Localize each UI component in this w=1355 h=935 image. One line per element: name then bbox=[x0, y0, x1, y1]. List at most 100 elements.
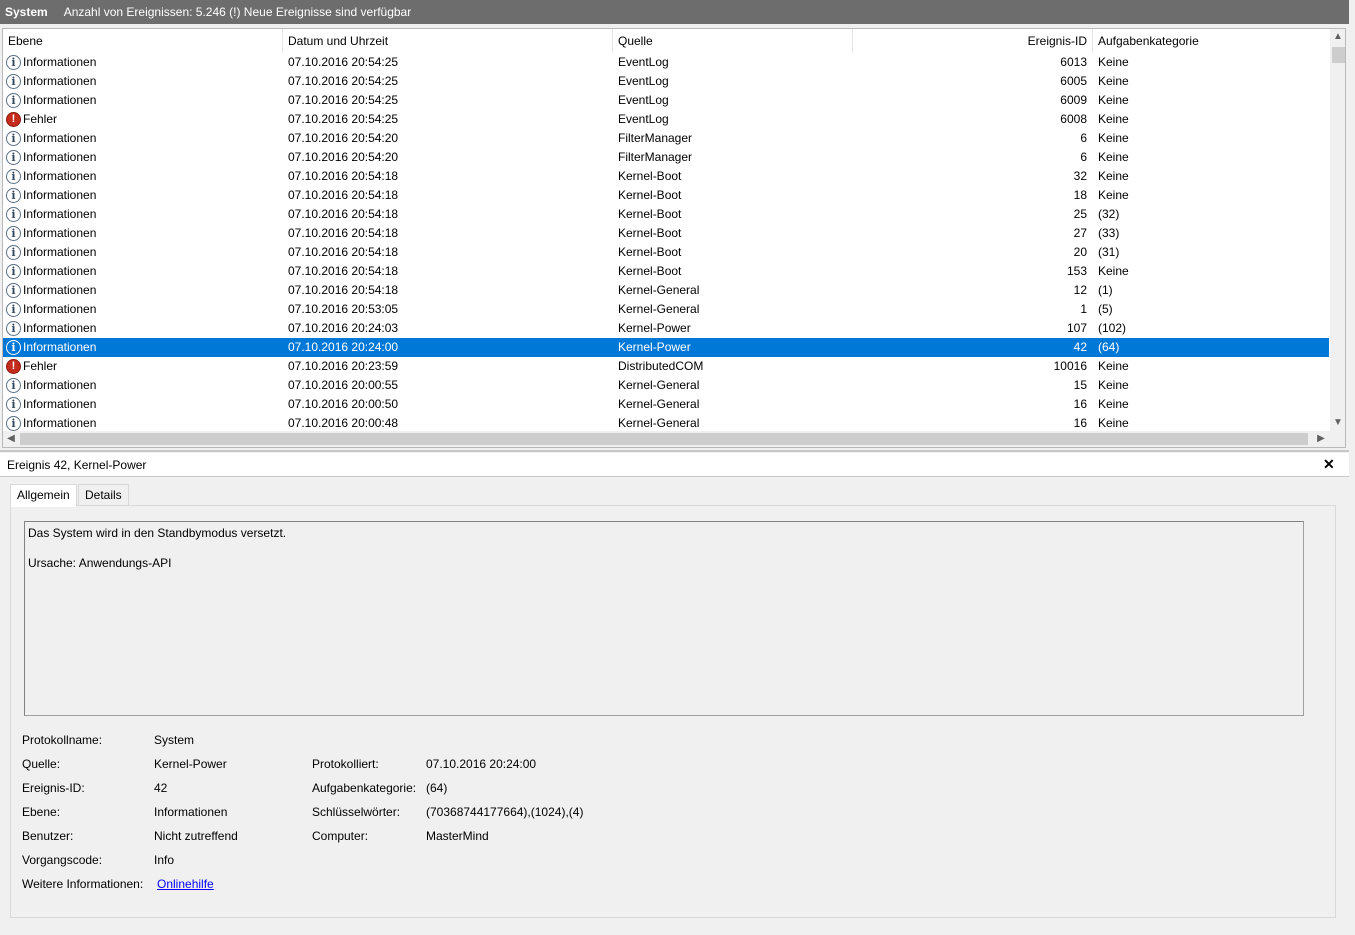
task-category-cell: (32) bbox=[1098, 207, 1120, 221]
level-cell: Informationen bbox=[3, 53, 282, 72]
level-cell: Informationen bbox=[3, 300, 282, 319]
date-cell: 07.10.2016 20:54:25 bbox=[288, 74, 399, 88]
column-header-task-category[interactable]: Aufgabenkategorie bbox=[1093, 29, 1329, 53]
tab-details[interactable]: Details bbox=[78, 484, 129, 506]
task-category-cell: Keine bbox=[1098, 169, 1129, 183]
event-id-cell: 153 bbox=[1066, 264, 1087, 278]
level-text: Informationen bbox=[23, 188, 97, 202]
level-cell: Informationen bbox=[3, 319, 282, 338]
column-header-level[interactable]: Ebene bbox=[3, 29, 283, 53]
level-text: Informationen bbox=[23, 150, 97, 164]
level-cell: Informationen bbox=[3, 91, 282, 110]
date-cell: 07.10.2016 20:54:20 bbox=[288, 150, 399, 164]
info-icon bbox=[6, 131, 21, 146]
event-id-label: Ereignis-ID: bbox=[22, 781, 85, 795]
table-row[interactable]: Informationen 07.10.2016 20:24:00 Kernel-P… bbox=[3, 338, 1329, 357]
task-category-cell: Keine bbox=[1098, 131, 1129, 145]
source-value: Kernel-Power bbox=[154, 757, 227, 771]
table-row[interactable]: Informationen 07.10.2016 20:54:25 EventLog… bbox=[3, 53, 1329, 72]
task-category-cell: Keine bbox=[1098, 397, 1129, 411]
event-id-cell: 20 bbox=[1073, 245, 1087, 259]
log-name-label: Protokollname: bbox=[22, 733, 103, 747]
scroll-left-icon[interactable]: ◀ bbox=[3, 431, 19, 447]
event-description[interactable]: Das System wird in den Standbymodus vers… bbox=[24, 521, 1304, 716]
table-row[interactable]: Informationen 07.10.2016 20:54:20 FilterMa… bbox=[3, 129, 1329, 148]
level-text: Informationen bbox=[23, 378, 97, 392]
level-text: Informationen bbox=[23, 302, 97, 316]
vertical-scroll-thumb[interactable] bbox=[1332, 47, 1345, 63]
event-id-cell: 6 bbox=[1080, 150, 1087, 164]
table-row[interactable]: Fehler 07.10.2016 20:23:59 DistributedCOM 1… bbox=[3, 357, 1329, 376]
table-row[interactable]: Informationen 07.10.2016 20:54:18 Kernel-B… bbox=[3, 167, 1329, 186]
level-cell: Informationen bbox=[3, 148, 282, 167]
level-value: Informationen bbox=[154, 805, 228, 819]
date-cell: 07.10.2016 20:54:18 bbox=[288, 188, 399, 202]
event-id-cell: 12 bbox=[1073, 283, 1087, 297]
horizontal-scroll-thumb[interactable] bbox=[20, 433, 1308, 445]
table-row[interactable]: Informationen 07.10.2016 20:00:50 Kernel-G… bbox=[3, 395, 1329, 414]
date-cell: 07.10.2016 20:54:18 bbox=[288, 226, 399, 240]
event-id-cell: 10016 bbox=[1053, 359, 1087, 373]
column-header-source[interactable]: Quelle bbox=[613, 29, 853, 53]
pane-splitter[interactable] bbox=[0, 450, 1349, 452]
scroll-up-icon[interactable]: ▲ bbox=[1330, 29, 1345, 45]
source-cell: Kernel-General bbox=[618, 302, 700, 316]
horizontal-scrollbar[interactable]: ◀ ▶ bbox=[3, 431, 1330, 447]
level-text: Informationen bbox=[23, 169, 97, 183]
scroll-right-icon[interactable]: ▶ bbox=[1313, 431, 1329, 447]
table-row[interactable]: Informationen 07.10.2016 20:24:03 Kernel-P… bbox=[3, 319, 1329, 338]
opcode-value: Info bbox=[154, 853, 175, 867]
source-cell: Kernel-General bbox=[618, 397, 700, 411]
opcode-label: Vorgangscode: bbox=[22, 853, 103, 867]
source-cell: Kernel-Boot bbox=[618, 169, 682, 183]
task-category-cell: Keine bbox=[1098, 188, 1129, 202]
table-row[interactable]: Informationen 07.10.2016 20:54:18 Kernel-B… bbox=[3, 262, 1329, 281]
level-text: Informationen bbox=[23, 93, 97, 107]
date-cell: 07.10.2016 20:54:18 bbox=[288, 207, 399, 221]
table-row[interactable]: Informationen 07.10.2016 20:54:25 EventLog… bbox=[3, 72, 1329, 91]
table-row[interactable]: Informationen 07.10.2016 20:54:18 Kernel-G… bbox=[3, 281, 1329, 300]
table-row[interactable]: Informationen 07.10.2016 20:54:18 Kernel-B… bbox=[3, 205, 1329, 224]
date-cell: 07.10.2016 20:54:25 bbox=[288, 112, 399, 126]
event-count-status: Anzahl von Ereignissen: 5.246 (!) Neue E… bbox=[63, 5, 412, 19]
column-header-date[interactable]: Datum und Uhrzeit bbox=[283, 29, 613, 53]
computer-value: MasterMind bbox=[426, 829, 489, 843]
level-cell: Informationen bbox=[3, 281, 282, 300]
event-list-header: Ebene Datum und Uhrzeit Quelle Ereignis-… bbox=[3, 29, 1329, 53]
event-id-cell: 6005 bbox=[1060, 74, 1087, 88]
level-text: Informationen bbox=[23, 264, 97, 278]
source-cell: Kernel-Boot bbox=[618, 226, 682, 240]
level-cell: Informationen bbox=[3, 129, 282, 148]
table-row[interactable]: Informationen 07.10.2016 20:00:55 Kernel-G… bbox=[3, 376, 1329, 395]
event-list[interactable]: Ebene Datum und Uhrzeit Quelle Ereignis-… bbox=[2, 28, 1346, 448]
event-id-cell: 1 bbox=[1080, 302, 1087, 316]
source-cell: Kernel-Boot bbox=[618, 245, 682, 259]
task-category-value: (64) bbox=[426, 781, 448, 795]
close-icon[interactable]: ✕ bbox=[1323, 456, 1335, 473]
table-row[interactable]: Informationen 07.10.2016 20:54:25 EventLog… bbox=[3, 91, 1329, 110]
online-help-link[interactable]: Onlinehilfe bbox=[157, 877, 214, 891]
table-row[interactable]: Informationen 07.10.2016 20:53:05 Kernel-G… bbox=[3, 300, 1329, 319]
tab-general[interactable]: Allgemein bbox=[10, 484, 77, 507]
scroll-down-icon[interactable]: ▼ bbox=[1330, 415, 1345, 431]
source-cell: EventLog bbox=[618, 74, 669, 88]
table-row[interactable]: Informationen 07.10.2016 20:54:18 Kernel-B… bbox=[3, 186, 1329, 205]
level-cell: Informationen bbox=[3, 243, 282, 262]
vertical-scrollbar[interactable]: ▲ ▼ bbox=[1330, 29, 1345, 431]
table-row[interactable]: Informationen 07.10.2016 20:54:18 Kernel-B… bbox=[3, 224, 1329, 243]
user-label: Benutzer: bbox=[22, 829, 74, 843]
column-header-event-id[interactable]: Ereignis-ID bbox=[853, 29, 1093, 53]
error-icon bbox=[6, 359, 21, 374]
info-icon bbox=[6, 245, 21, 260]
event-detail-header: Ereignis 42, Kernel-Power ✕ bbox=[0, 453, 1349, 477]
task-category-cell: (1) bbox=[1098, 283, 1113, 297]
level-text: Informationen bbox=[23, 283, 97, 297]
info-icon bbox=[6, 93, 21, 108]
task-category-cell: (102) bbox=[1098, 321, 1127, 335]
table-row[interactable]: Fehler 07.10.2016 20:54:25 EventLog 6008 Kei… bbox=[3, 110, 1329, 129]
table-row[interactable]: Informationen 07.10.2016 20:54:20 FilterMa… bbox=[3, 148, 1329, 167]
info-icon bbox=[6, 340, 21, 355]
log-title-bar: System Anzahl von Ereignissen: 5.246 (!)… bbox=[0, 0, 1349, 24]
event-id-cell: 15 bbox=[1073, 378, 1087, 392]
table-row[interactable]: Informationen 07.10.2016 20:54:18 Kernel-B… bbox=[3, 243, 1329, 262]
